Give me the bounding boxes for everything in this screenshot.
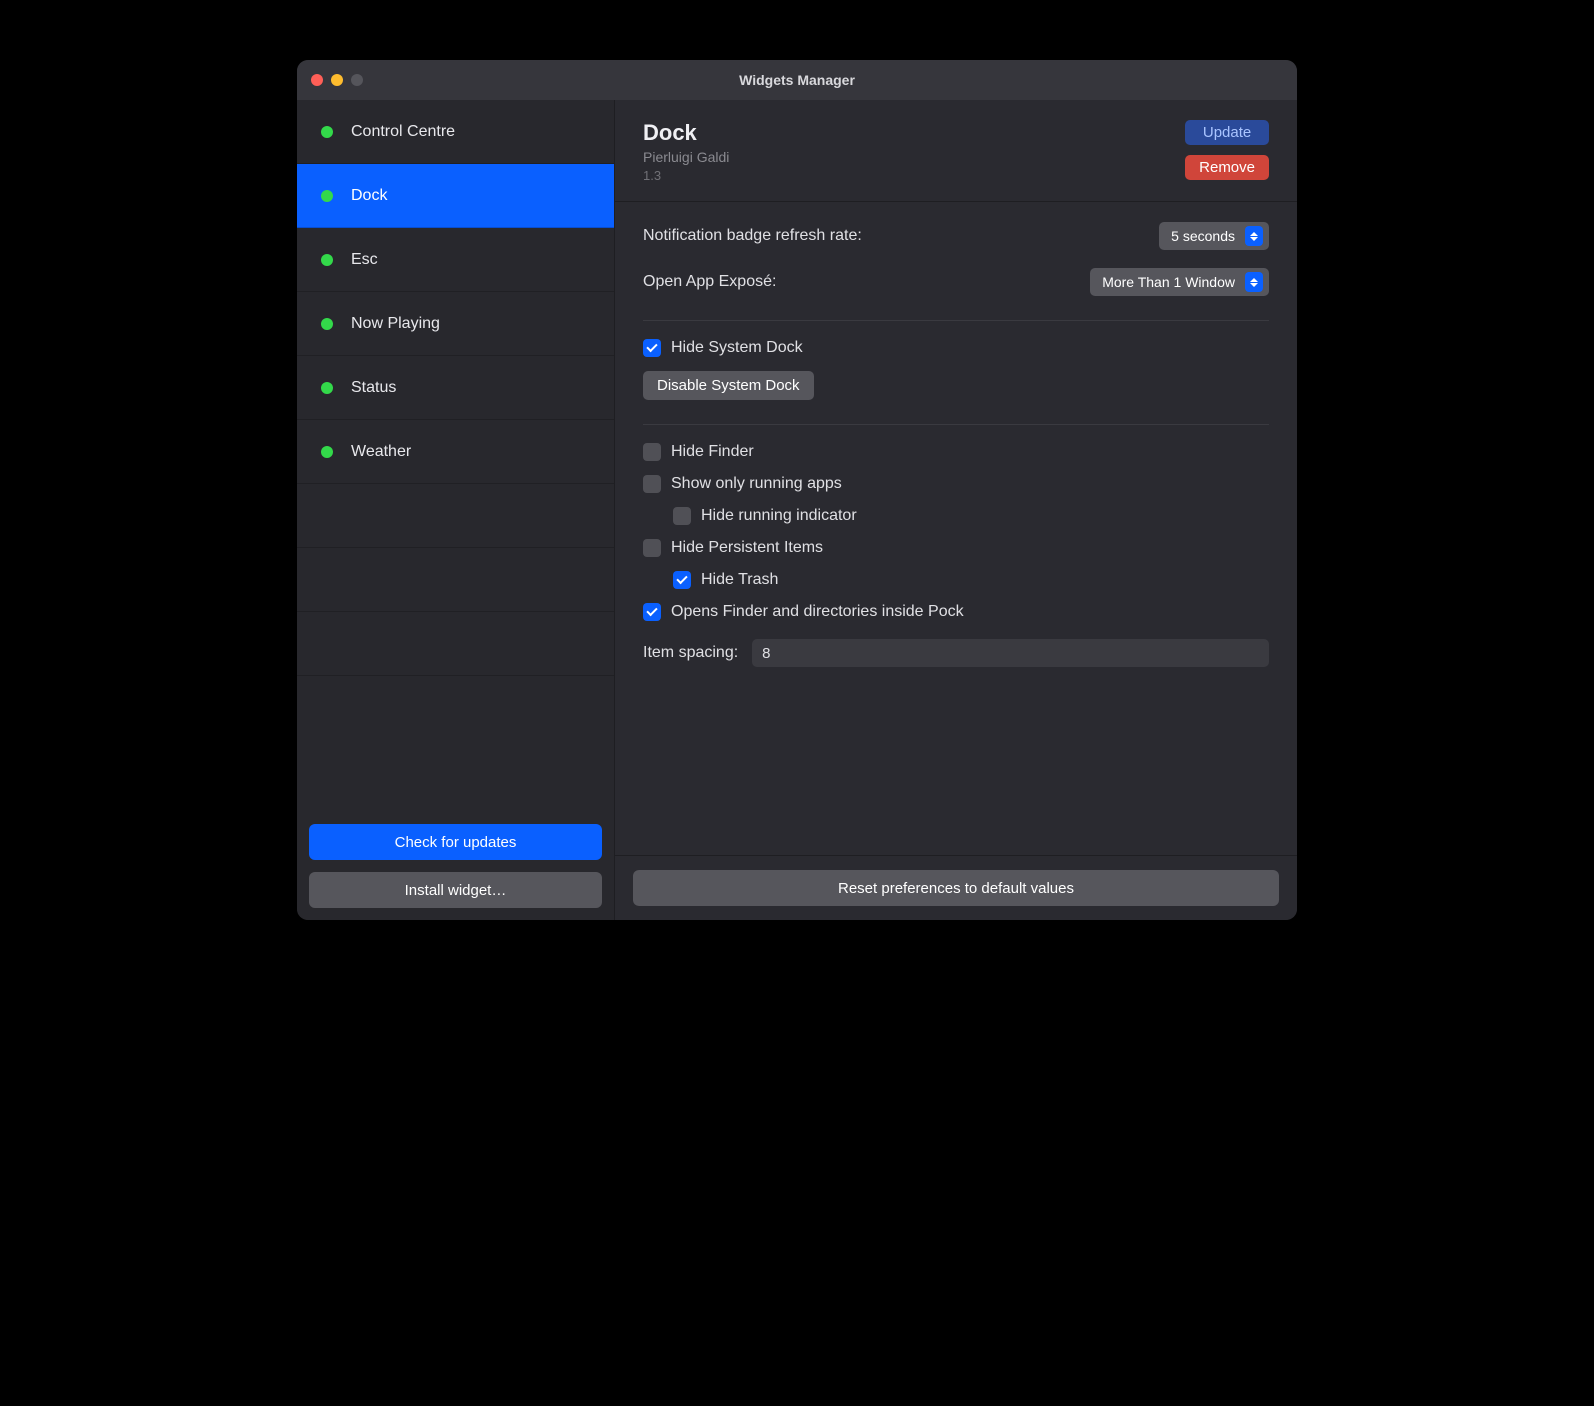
refresh-rate-row: Notification badge refresh rate: 5 secon…: [643, 222, 1269, 250]
sidebar-item-esc[interactable]: Esc: [297, 228, 614, 292]
item-spacing-input[interactable]: [752, 639, 1269, 667]
sidebar-list: Control Centre Dock Esc Now Playing Stat…: [297, 100, 614, 812]
checkbox-icon: [643, 443, 661, 461]
sidebar-item-label: Esc: [351, 251, 378, 269]
hide-running-indicator-checkbox[interactable]: Hide running indicator: [673, 507, 1269, 525]
divider: [643, 320, 1269, 321]
sidebar-item-label: Now Playing: [351, 315, 440, 333]
select-value: More Than 1 Window: [1102, 274, 1235, 290]
install-widget-button[interactable]: Install widget…: [309, 872, 602, 908]
sidebar-item-label: Status: [351, 379, 396, 397]
hide-trash-checkbox[interactable]: Hide Trash: [673, 571, 1269, 589]
checkbox-label: Hide running indicator: [701, 507, 857, 525]
updown-icon: [1245, 272, 1263, 292]
item-spacing-row: Item spacing:: [643, 639, 1269, 667]
window-title: Widgets Manager: [297, 72, 1297, 88]
reset-preferences-button[interactable]: Reset preferences to default values: [633, 870, 1279, 906]
disable-system-dock-button[interactable]: Disable System Dock: [643, 371, 814, 400]
checkbox-icon: [643, 339, 661, 357]
divider: [643, 424, 1269, 425]
minimize-icon[interactable]: [331, 74, 343, 86]
sidebar-item-status[interactable]: Status: [297, 356, 614, 420]
checkbox-icon: [673, 507, 691, 525]
checkbox-label: Opens Finder and directories inside Pock: [671, 603, 964, 621]
content-footer: Reset preferences to default values: [615, 855, 1297, 920]
remove-button[interactable]: Remove: [1185, 155, 1269, 180]
update-button[interactable]: Update: [1185, 120, 1269, 145]
status-dot-icon: [321, 190, 333, 202]
item-spacing-label: Item spacing:: [643, 644, 738, 662]
widget-version: 1.3: [643, 168, 729, 183]
checkbox-icon: [643, 475, 661, 493]
sidebar-item-label: Weather: [351, 443, 411, 461]
sidebar-item-control-centre[interactable]: Control Centre: [297, 100, 614, 164]
hide-system-dock-checkbox[interactable]: Hide System Dock: [643, 339, 1269, 357]
sidebar-item-label: Control Centre: [351, 123, 455, 141]
expose-row: Open App Exposé: More Than 1 Window: [643, 268, 1269, 296]
select-value: 5 seconds: [1171, 228, 1235, 244]
status-dot-icon: [321, 318, 333, 330]
expose-label: Open App Exposé:: [643, 273, 776, 291]
hide-persistent-checkbox[interactable]: Hide Persistent Items: [643, 539, 1269, 557]
settings-panel: Notification badge refresh rate: 5 secon…: [615, 202, 1297, 855]
sidebar-item-label: Dock: [351, 187, 387, 205]
window: Widgets Manager Control Centre Dock Esc: [297, 60, 1297, 920]
opens-finder-checkbox[interactable]: Opens Finder and directories inside Pock: [643, 603, 1269, 621]
sidebar-item-weather[interactable]: Weather: [297, 420, 614, 484]
updown-icon: [1245, 226, 1263, 246]
window-body: Control Centre Dock Esc Now Playing Stat…: [297, 100, 1297, 920]
show-only-running-checkbox[interactable]: Show only running apps: [643, 475, 1269, 493]
sidebar-empty-row: [297, 548, 614, 612]
widget-author: Pierluigi Galdi: [643, 149, 729, 165]
detail-header: Dock Pierluigi Galdi 1.3 Update Remove: [615, 100, 1297, 202]
content: Dock Pierluigi Galdi 1.3 Update Remove N…: [615, 100, 1297, 920]
titlebar: Widgets Manager: [297, 60, 1297, 100]
sidebar-item-dock[interactable]: Dock: [297, 164, 614, 228]
checkbox-icon: [673, 571, 691, 589]
checkbox-label: Hide Finder: [671, 443, 754, 461]
check-updates-button[interactable]: Check for updates: [309, 824, 602, 860]
checkbox-icon: [643, 539, 661, 557]
sidebar-empty-row: [297, 484, 614, 548]
status-dot-icon: [321, 382, 333, 394]
sidebar-empty-row: [297, 612, 614, 676]
sidebar-item-now-playing[interactable]: Now Playing: [297, 292, 614, 356]
checkbox-label: Hide Persistent Items: [671, 539, 823, 557]
refresh-rate-select[interactable]: 5 seconds: [1159, 222, 1269, 250]
zoom-icon: [351, 74, 363, 86]
status-dot-icon: [321, 254, 333, 266]
sidebar: Control Centre Dock Esc Now Playing Stat…: [297, 100, 615, 920]
sidebar-footer: Check for updates Install widget…: [297, 812, 614, 920]
expose-select[interactable]: More Than 1 Window: [1090, 268, 1269, 296]
checkbox-icon: [643, 603, 661, 621]
header-left: Dock Pierluigi Galdi 1.3: [643, 120, 729, 183]
status-dot-icon: [321, 126, 333, 138]
hide-finder-checkbox[interactable]: Hide Finder: [643, 443, 1269, 461]
checkbox-label: Hide System Dock: [671, 339, 803, 357]
close-icon[interactable]: [311, 74, 323, 86]
checkbox-label: Hide Trash: [701, 571, 778, 589]
traffic-lights: [311, 74, 363, 86]
header-actions: Update Remove: [1185, 120, 1269, 180]
widget-title: Dock: [643, 120, 729, 146]
refresh-rate-label: Notification badge refresh rate:: [643, 227, 862, 245]
status-dot-icon: [321, 446, 333, 458]
checkbox-label: Show only running apps: [671, 475, 842, 493]
